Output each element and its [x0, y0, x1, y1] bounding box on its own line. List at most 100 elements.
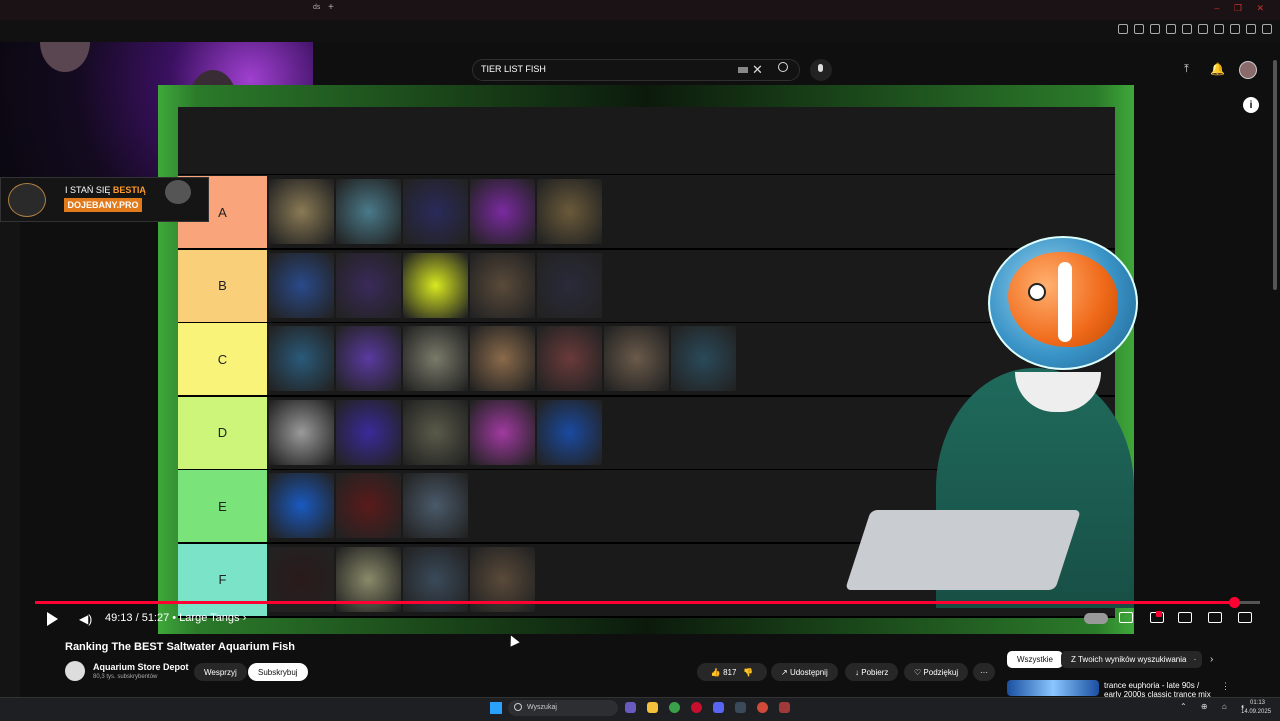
search-icon[interactable] — [778, 62, 788, 72]
like-dislike-group[interactable]: 👍 817 👎 — [697, 663, 767, 681]
puzzle-icon[interactable] — [1214, 24, 1224, 34]
chip-from-search[interactable]: Z Twoich wyników wyszukiwania — [1061, 651, 1197, 668]
share-label: Udostępnij — [789, 667, 828, 677]
account-avatar[interactable] — [1239, 61, 1257, 79]
share-icon: ↗ — [781, 667, 790, 677]
tier-label: C — [178, 323, 267, 395]
progress-scrubber[interactable] — [1229, 597, 1241, 608]
tier-row-a: A — [178, 176, 1115, 250]
fish-thumbnail — [336, 473, 401, 538]
share-button[interactable]: ↗ Udostępnij — [771, 663, 838, 681]
fish-thumbnail — [269, 252, 334, 318]
download-icon[interactable] — [1246, 24, 1256, 34]
fish-thumbnail — [336, 179, 401, 244]
clownfish-eye — [1028, 283, 1046, 301]
shield-icon[interactable] — [1166, 24, 1176, 34]
channel-subscriber-count: 80,3 tys. subskrybentów — [93, 674, 158, 680]
fish-thumbnail — [403, 473, 468, 538]
clock-date[interactable]: 14.09.2025 — [1241, 709, 1271, 715]
notifications-icon[interactable]: 🔔 — [1210, 62, 1225, 76]
play-ext-icon[interactable] — [1182, 24, 1192, 34]
more-actions-button[interactable]: ··· — [973, 663, 995, 681]
browser-tab[interactable]: ds — [313, 4, 320, 11]
thanks-label: Podziękuj — [923, 667, 959, 677]
support-button[interactable]: Wesprzyj — [194, 663, 247, 681]
tier-label: B — [178, 249, 267, 322]
taskbar-app2-icon[interactable] — [757, 702, 768, 713]
bookmark-icon[interactable] — [1134, 24, 1144, 34]
play-icon[interactable] — [47, 612, 58, 626]
channel-avatar[interactable] — [65, 661, 85, 681]
download-button[interactable]: ↓ Pobierz — [845, 663, 899, 681]
taskbar-search-icon — [514, 703, 522, 711]
left-sidebar-strip — [0, 222, 20, 697]
taskbar-app3-icon[interactable] — [779, 702, 790, 713]
info-icon[interactable]: i — [1243, 97, 1259, 113]
banner-site: DOJEBANY.PRO — [64, 198, 142, 212]
like-count[interactable]: 817 — [723, 668, 736, 677]
taskbar-explorer-icon[interactable] — [647, 702, 658, 713]
create-icon[interactable]: ⤒ — [1184, 63, 1189, 76]
search-input[interactable]: TIER LIST FISH — [481, 64, 546, 74]
camera-icon[interactable] — [1230, 24, 1240, 34]
clear-search-icon[interactable]: ✕ — [752, 62, 763, 78]
browser-extension-icons[interactable] — [1118, 24, 1272, 34]
tier-row-c: C — [178, 323, 1115, 397]
clock-time[interactable]: 01:13 — [1250, 700, 1265, 706]
taskbar-search-placeholder[interactable]: Wyszukaj — [527, 704, 557, 711]
taskbar-search[interactable] — [508, 700, 618, 716]
fish-thumbnail — [537, 252, 602, 318]
volume-icon[interactable]: ◀) — [79, 612, 92, 626]
microphone-icon — [818, 64, 823, 72]
clownfish-stripe — [1058, 262, 1072, 342]
progress-bar-fill — [35, 601, 1235, 604]
fish-thumbnail — [604, 326, 669, 391]
chevron-right-icon[interactable]: › — [1210, 654, 1213, 665]
fish-thumbnail — [336, 326, 401, 391]
time-display[interactable]: 49:13 / 51:27 • Large Tangs › — [105, 612, 246, 624]
tier-list-unranked-row — [178, 107, 1115, 175]
pin-icon[interactable] — [1150, 24, 1160, 34]
fish-thumbnail — [671, 326, 736, 391]
taskbar-chrome-icon[interactable] — [669, 702, 680, 713]
like-icon[interactable]: 👍 — [711, 668, 723, 677]
thanks-button[interactable]: ♡ Podziękuj — [904, 663, 969, 681]
theater-mode-icon[interactable] — [1208, 612, 1222, 623]
fish-thumbnail — [470, 326, 535, 391]
windows-start-icon[interactable] — [490, 702, 502, 714]
tier-label: F — [178, 543, 267, 616]
taskbar-teams-icon[interactable] — [625, 702, 636, 713]
chip-all[interactable]: Wszystkie — [1007, 651, 1063, 668]
taskbar-discord-icon[interactable] — [713, 702, 724, 713]
banner-tagline-text: I STAŃ SIĘ — [65, 185, 111, 195]
fish-thumbnail — [537, 326, 602, 391]
new-tab-button[interactable]: + — [328, 2, 334, 13]
autoplay-toggle[interactable] — [1084, 613, 1108, 624]
menu-icon[interactable] — [1262, 24, 1272, 34]
miniplayer-icon[interactable] — [1178, 612, 1192, 623]
zoom-icon[interactable] — [1118, 24, 1128, 34]
heart-icon[interactable] — [1198, 24, 1208, 34]
fish-thumbnail — [403, 179, 468, 244]
fish-thumbnail — [336, 252, 401, 318]
fullscreen-icon[interactable] — [1238, 612, 1252, 623]
channel-name[interactable]: Aquarium Store Depot — [93, 662, 189, 672]
recommended-more-icon[interactable]: ⋮ — [1221, 681, 1230, 692]
taskbar-opera-icon[interactable] — [691, 702, 702, 713]
download-label: Pobierz — [861, 667, 889, 677]
tier-row-b: B — [178, 249, 1115, 324]
keyboard-icon[interactable] — [738, 67, 748, 73]
subscribe-button[interactable]: Subskrybuj — [248, 663, 308, 681]
window-controls[interactable]: – ❐ ✕ — [1214, 3, 1270, 14]
recommended-thumbnail[interactable] — [1007, 680, 1099, 696]
page-scrollbar[interactable] — [1273, 60, 1277, 290]
chip-more[interactable]: · — [1188, 651, 1202, 668]
fish-thumbnail — [470, 252, 535, 318]
taskbar-app-icon[interactable] — [735, 702, 746, 713]
subtitles-icon[interactable] — [1119, 612, 1133, 623]
beast-logo-icon — [8, 183, 46, 217]
browser-tabbar — [0, 0, 1280, 20]
banner-tagline: I STAŃ SIĘ BESTIĄ — [65, 185, 146, 195]
video-title: Ranking The BEST Saltwater Aquarium Fish — [65, 641, 296, 653]
dislike-icon[interactable]: 👎 — [736, 668, 753, 677]
